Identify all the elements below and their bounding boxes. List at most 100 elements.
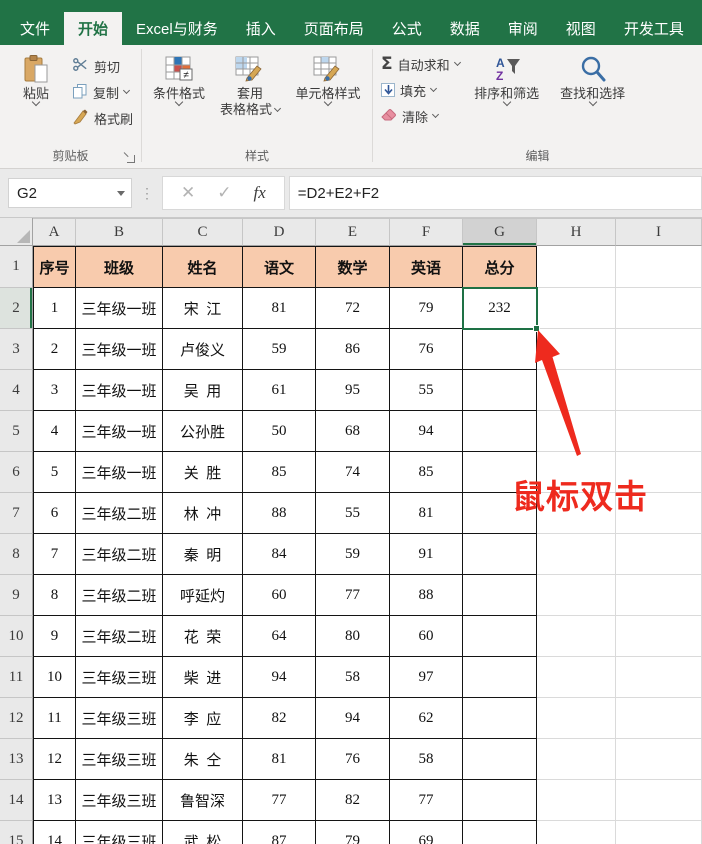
cell-C10[interactable]: 花 荣 (163, 616, 243, 657)
cell-D5[interactable]: 50 (243, 411, 316, 452)
col-header-D[interactable]: D (243, 218, 316, 246)
formula-input[interactable]: =D2+E2+F2 (288, 176, 702, 210)
cell-I10[interactable] (616, 616, 702, 657)
cell-E2[interactable]: 72 (316, 288, 390, 329)
cell-H10[interactable] (537, 616, 616, 657)
cell-styles-button[interactable]: 单元格样式 (288, 47, 368, 107)
cell-F13[interactable]: 58 (390, 739, 463, 780)
tab-开发工具[interactable]: 开发工具 (610, 12, 698, 45)
tab-Excel与财务[interactable]: Excel与财务 (122, 12, 232, 45)
cell-E10[interactable]: 80 (316, 616, 390, 657)
conditional-formatting-button[interactable]: ≠ 条件格式 (146, 47, 212, 107)
cell-I5[interactable] (616, 411, 702, 452)
cell-E6[interactable]: 74 (316, 452, 390, 493)
cell-I13[interactable] (616, 739, 702, 780)
cell-B12[interactable]: 三年级三班 (76, 698, 163, 739)
row-header-13[interactable]: 13 (0, 739, 33, 780)
cell-B4[interactable]: 三年级一班 (76, 370, 163, 411)
cell-H7[interactable] (537, 493, 616, 534)
cell-H12[interactable] (537, 698, 616, 739)
cell-D6[interactable]: 85 (243, 452, 316, 493)
cell-A3[interactable]: 2 (33, 329, 76, 370)
cell-H3[interactable] (537, 329, 616, 370)
cell-B10[interactable]: 三年级二班 (76, 616, 163, 657)
cell-A2[interactable]: 1 (33, 288, 76, 329)
cell-I3[interactable] (616, 329, 702, 370)
cell-D8[interactable]: 84 (243, 534, 316, 575)
cell-G1[interactable]: 总分 (463, 246, 537, 288)
cell-D2[interactable]: 81 (243, 288, 316, 329)
cell-I8[interactable] (616, 534, 702, 575)
cell-C2[interactable]: 宋 江 (163, 288, 243, 329)
cell-I14[interactable] (616, 780, 702, 821)
cell-F2[interactable]: 79 (390, 288, 463, 329)
row-header-14[interactable]: 14 (0, 780, 33, 821)
cell-C8[interactable]: 秦 明 (163, 534, 243, 575)
cell-D14[interactable]: 77 (243, 780, 316, 821)
cell-D3[interactable]: 59 (243, 329, 316, 370)
cell-H1[interactable] (537, 246, 616, 288)
row-header-2[interactable]: 2 (0, 288, 33, 329)
cell-I7[interactable] (616, 493, 702, 534)
cell-I4[interactable] (616, 370, 702, 411)
cell-A9[interactable]: 8 (33, 575, 76, 616)
clear-button[interactable]: 清除 (377, 103, 464, 129)
cell-B2[interactable]: 三年级一班 (76, 288, 163, 329)
cell-A7[interactable]: 6 (33, 493, 76, 534)
cell-B5[interactable]: 三年级一班 (76, 411, 163, 452)
sort-filter-button[interactable]: A Z 排序和筛选 (464, 47, 550, 107)
cell-F5[interactable]: 94 (390, 411, 463, 452)
cell-A6[interactable]: 5 (33, 452, 76, 493)
fill-button[interactable]: 填充 (377, 77, 464, 103)
cell-F7[interactable]: 81 (390, 493, 463, 534)
col-header-A[interactable]: A (33, 218, 76, 246)
cell-C4[interactable]: 吴 用 (163, 370, 243, 411)
row-header-4[interactable]: 4 (0, 370, 33, 411)
cell-F8[interactable]: 91 (390, 534, 463, 575)
insert-function-icon[interactable]: fx (254, 183, 266, 203)
tab-数据[interactable]: 数据 (436, 12, 494, 45)
cell-D15[interactable]: 87 (243, 821, 316, 844)
cut-button[interactable]: 剪切 (68, 53, 137, 79)
row-header-12[interactable]: 12 (0, 698, 33, 739)
paste-button[interactable]: 粘贴 (4, 47, 68, 107)
cell-E14[interactable]: 82 (316, 780, 390, 821)
cell-B14[interactable]: 三年级三班 (76, 780, 163, 821)
row-header-8[interactable]: 8 (0, 534, 33, 575)
cell-B11[interactable]: 三年级三班 (76, 657, 163, 698)
tab-开始[interactable]: 开始 (64, 12, 123, 45)
cell-F9[interactable]: 88 (390, 575, 463, 616)
cell-C13[interactable]: 朱 仝 (163, 739, 243, 780)
cell-I15[interactable] (616, 821, 702, 844)
cell-H14[interactable] (537, 780, 616, 821)
cell-A10[interactable]: 9 (33, 616, 76, 657)
cell-D13[interactable]: 81 (243, 739, 316, 780)
cell-I2[interactable] (616, 288, 702, 329)
cell-G9[interactable] (463, 575, 537, 616)
col-header-B[interactable]: B (76, 218, 163, 246)
autosum-button[interactable]: Σ 自动求和 (377, 51, 464, 77)
cell-H9[interactable] (537, 575, 616, 616)
cell-A5[interactable]: 4 (33, 411, 76, 452)
cell-G3[interactable] (463, 329, 537, 370)
row-header-9[interactable]: 9 (0, 575, 33, 616)
fill-handle[interactable] (533, 325, 540, 332)
cancel-icon[interactable]: ✕ (181, 183, 195, 203)
cell-E9[interactable]: 77 (316, 575, 390, 616)
cell-A12[interactable]: 11 (33, 698, 76, 739)
cell-H4[interactable] (537, 370, 616, 411)
cell-G7[interactable] (463, 493, 537, 534)
cell-B7[interactable]: 三年级二班 (76, 493, 163, 534)
cell-G11[interactable] (463, 657, 537, 698)
cell-G14[interactable] (463, 780, 537, 821)
cell-I9[interactable] (616, 575, 702, 616)
cell-C12[interactable]: 李 应 (163, 698, 243, 739)
cell-G15[interactable] (463, 821, 537, 844)
cell-F11[interactable]: 97 (390, 657, 463, 698)
format-painter-button[interactable]: 格式刷 (68, 105, 137, 131)
cell-D11[interactable]: 94 (243, 657, 316, 698)
cell-B13[interactable]: 三年级三班 (76, 739, 163, 780)
cell-H2[interactable] (537, 288, 616, 329)
cell-F12[interactable]: 62 (390, 698, 463, 739)
col-header-H[interactable]: H (537, 218, 616, 246)
